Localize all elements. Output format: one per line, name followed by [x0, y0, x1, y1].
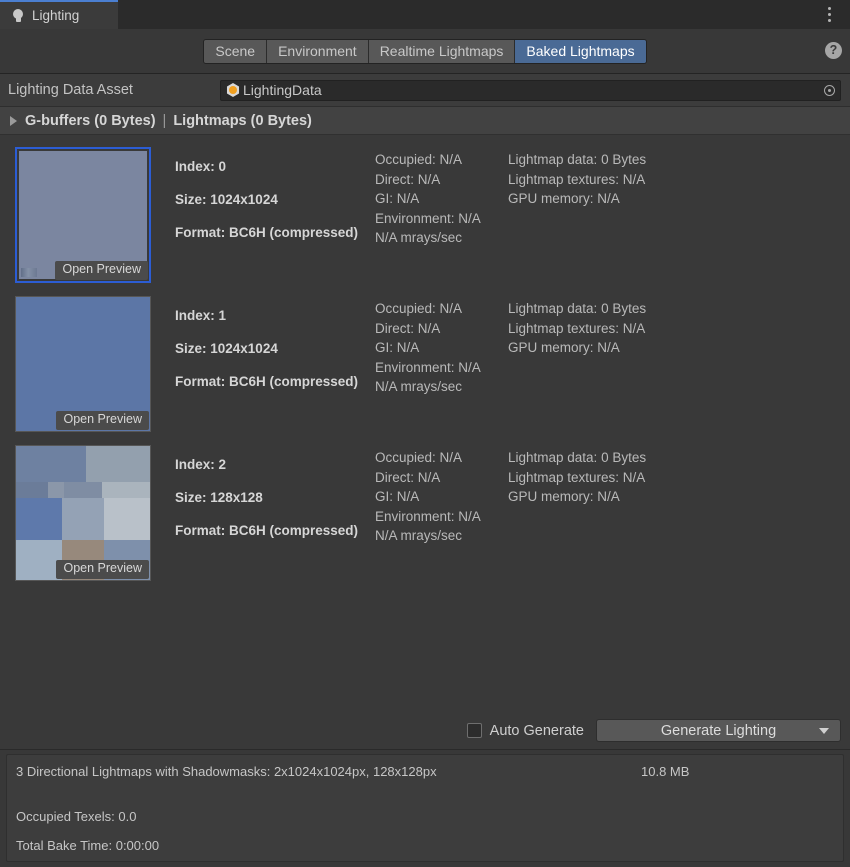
lightmap-textures-size: Lightmap textures: N/A — [508, 468, 850, 488]
lightmap-entry: Open Preview Index: 1 Size: 1024x1024 Fo… — [0, 292, 850, 441]
lightmap-size: Size: 1024x1024 — [175, 341, 375, 356]
lightmap-size: Size: 1024x1024 — [175, 192, 375, 207]
lightmap-info-memory: Lightmap data: 0 Bytes Lightmap textures… — [508, 445, 850, 590]
lightmap-data-size: Lightmap data: 0 Bytes — [508, 299, 850, 319]
lightmap-index: Index: 2 — [175, 457, 375, 472]
lightmap-textures-size: Lightmap textures: N/A — [508, 170, 850, 190]
lightmap-environment: Environment: N/A — [375, 507, 508, 527]
lightmap-thumbnail[interactable]: Open Preview — [15, 445, 151, 581]
lightmaps-label: Lightmaps (0 Bytes) — [173, 113, 312, 129]
open-preview-button[interactable]: Open Preview — [55, 261, 148, 280]
lightmap-direct: Direct: N/A — [375, 468, 508, 488]
window-tab-label: Lighting — [32, 8, 79, 23]
help-icon[interactable]: ? — [825, 42, 842, 59]
lightmap-textures-size: Lightmap textures: N/A — [508, 319, 850, 339]
lightmap-gi: GI: N/A — [375, 338, 508, 358]
lightmap-info-primary: Index: 2 Size: 128x128 Format: BC6H (com… — [175, 445, 375, 590]
status-total-size: 10.8 MB — [641, 764, 689, 779]
lightmap-environment: Environment: N/A — [375, 209, 508, 229]
lighting-data-asset-label: Lighting Data Asset — [8, 82, 220, 98]
lightmap-info-memory: Lightmap data: 0 Bytes Lightmap textures… — [508, 296, 850, 441]
lightmap-info-memory: Lightmap data: 0 Bytes Lightmap textures… — [508, 147, 850, 292]
lightmap-format: Format: BC6H (compressed) — [175, 374, 375, 389]
lightmap-environment: Environment: N/A — [375, 358, 508, 378]
open-preview-button[interactable]: Open Preview — [56, 411, 149, 430]
generate-lighting-button[interactable]: Generate Lighting — [596, 719, 841, 742]
lighting-data-asset-value: LightingData — [243, 82, 322, 98]
lightmap-info-columns: Index: 0 Size: 1024x1024 Format: BC6H (c… — [151, 147, 850, 292]
lightmap-list-body: Open Preview Index: 0 Size: 1024x1024 Fo… — [0, 135, 850, 712]
generate-lighting-label: Generate Lighting — [661, 723, 776, 739]
lightmap-index: Index: 0 — [175, 159, 375, 174]
auto-generate-label: Auto Generate — [490, 723, 584, 739]
lightmap-direct: Direct: N/A — [375, 319, 508, 339]
status-description: 3 Directional Lightmaps with Shadowmasks… — [16, 764, 641, 779]
lightmap-direct: Direct: N/A — [375, 170, 508, 190]
status-box: 3 Directional Lightmaps with Shadowmasks… — [6, 754, 844, 862]
lightmap-preview-image — [19, 151, 147, 279]
lighting-data-asset-field[interactable]: LightingData — [220, 80, 841, 101]
auto-generate-checkbox[interactable] — [467, 723, 482, 738]
lightmap-occupied: Occupied: N/A — [375, 150, 508, 170]
lightmap-thumbnail[interactable]: Open Preview — [15, 296, 151, 432]
kebab-menu-icon[interactable] — [820, 4, 838, 24]
lightmap-mrays: N/A mrays/sec — [375, 228, 508, 248]
lightmap-info-columns: Index: 1 Size: 1024x1024 Format: BC6H (c… — [151, 296, 850, 441]
lighting-data-asset-icon — [226, 83, 240, 97]
lighting-window: Lighting Scene Environment Realtime Ligh… — [0, 0, 850, 867]
tab-environment[interactable]: Environment — [267, 40, 369, 63]
tab-scene[interactable]: Scene — [204, 40, 267, 63]
lightmap-occupied: Occupied: N/A — [375, 448, 508, 468]
lightmap-info-primary: Index: 1 Size: 1024x1024 Format: BC6H (c… — [175, 296, 375, 441]
lightmap-entry: Open Preview Index: 2 Size: 128x128 Form… — [0, 441, 850, 590]
window-titlebar: Lighting — [0, 0, 850, 29]
lightmap-entry: Open Preview Index: 0 Size: 1024x1024 Fo… — [0, 143, 850, 292]
mode-tabs-toolbar: Scene Environment Realtime Lightmaps Bak… — [0, 29, 850, 74]
foldout-labels: G-buffers (0 Bytes) | Lightmaps (0 Bytes… — [25, 113, 312, 129]
lightmap-index: Index: 1 — [175, 308, 375, 323]
lightmap-info-stats: Occupied: N/A Direct: N/A GI: N/A Enviro… — [375, 445, 508, 590]
lightmap-gi: GI: N/A — [375, 487, 508, 507]
lightmap-info-columns: Index: 2 Size: 128x128 Format: BC6H (com… — [151, 445, 850, 590]
lightmap-gpu-memory: GPU memory: N/A — [508, 487, 850, 507]
chevron-down-icon[interactable] — [819, 728, 829, 734]
lightbulb-icon — [11, 9, 25, 23]
lightmap-gpu-memory: GPU memory: N/A — [508, 338, 850, 358]
window-tab-lighting[interactable]: Lighting — [0, 0, 118, 29]
lightmap-format: Format: BC6H (compressed) — [175, 225, 375, 240]
lightmap-size: Size: 128x128 — [175, 490, 375, 505]
lightmap-gi: GI: N/A — [375, 189, 508, 209]
lightmap-list: Open Preview Index: 0 Size: 1024x1024 Fo… — [0, 135, 850, 590]
status-summary-row: 3 Directional Lightmaps with Shadowmasks… — [16, 764, 843, 779]
lightmap-mrays: N/A mrays/sec — [375, 377, 508, 397]
foldout-separator: | — [163, 113, 167, 129]
object-picker-icon[interactable] — [820, 81, 839, 100]
lighting-data-asset-row: Lighting Data Asset LightingData — [0, 74, 850, 107]
generate-controls-bar: Auto Generate Generate Lighting — [0, 712, 850, 750]
lightmap-data-size: Lightmap data: 0 Bytes — [508, 150, 850, 170]
gbuffers-lightmaps-foldout[interactable]: G-buffers (0 Bytes) | Lightmaps (0 Bytes… — [0, 107, 850, 135]
lightmap-gpu-memory: GPU memory: N/A — [508, 189, 850, 209]
open-preview-button[interactable]: Open Preview — [56, 560, 149, 579]
gbuffers-label: G-buffers (0 Bytes) — [25, 113, 156, 129]
lightmap-occupied: Occupied: N/A — [375, 299, 508, 319]
status-occupied-texels: Occupied Texels: 0.0 — [16, 809, 843, 824]
lightmap-info-stats: Occupied: N/A Direct: N/A GI: N/A Enviro… — [375, 296, 508, 441]
tab-realtime-lightmaps[interactable]: Realtime Lightmaps — [369, 40, 516, 63]
mode-tabgroup: Scene Environment Realtime Lightmaps Bak… — [203, 39, 646, 64]
lightmap-format: Format: BC6H (compressed) — [175, 523, 375, 538]
lightmap-info-primary: Index: 0 Size: 1024x1024 Format: BC6H (c… — [175, 147, 375, 292]
preview-artifact — [21, 268, 37, 277]
tab-baked-lightmaps[interactable]: Baked Lightmaps — [515, 40, 645, 63]
lightmap-thumbnail[interactable]: Open Preview — [15, 147, 151, 283]
lightmap-info-stats: Occupied: N/A Direct: N/A GI: N/A Enviro… — [375, 147, 508, 292]
status-total-bake-time: Total Bake Time: 0:00:00 — [16, 838, 843, 853]
chevron-right-icon[interactable] — [10, 116, 17, 126]
lightmap-data-size: Lightmap data: 0 Bytes — [508, 448, 850, 468]
lightmap-mrays: N/A mrays/sec — [375, 526, 508, 546]
